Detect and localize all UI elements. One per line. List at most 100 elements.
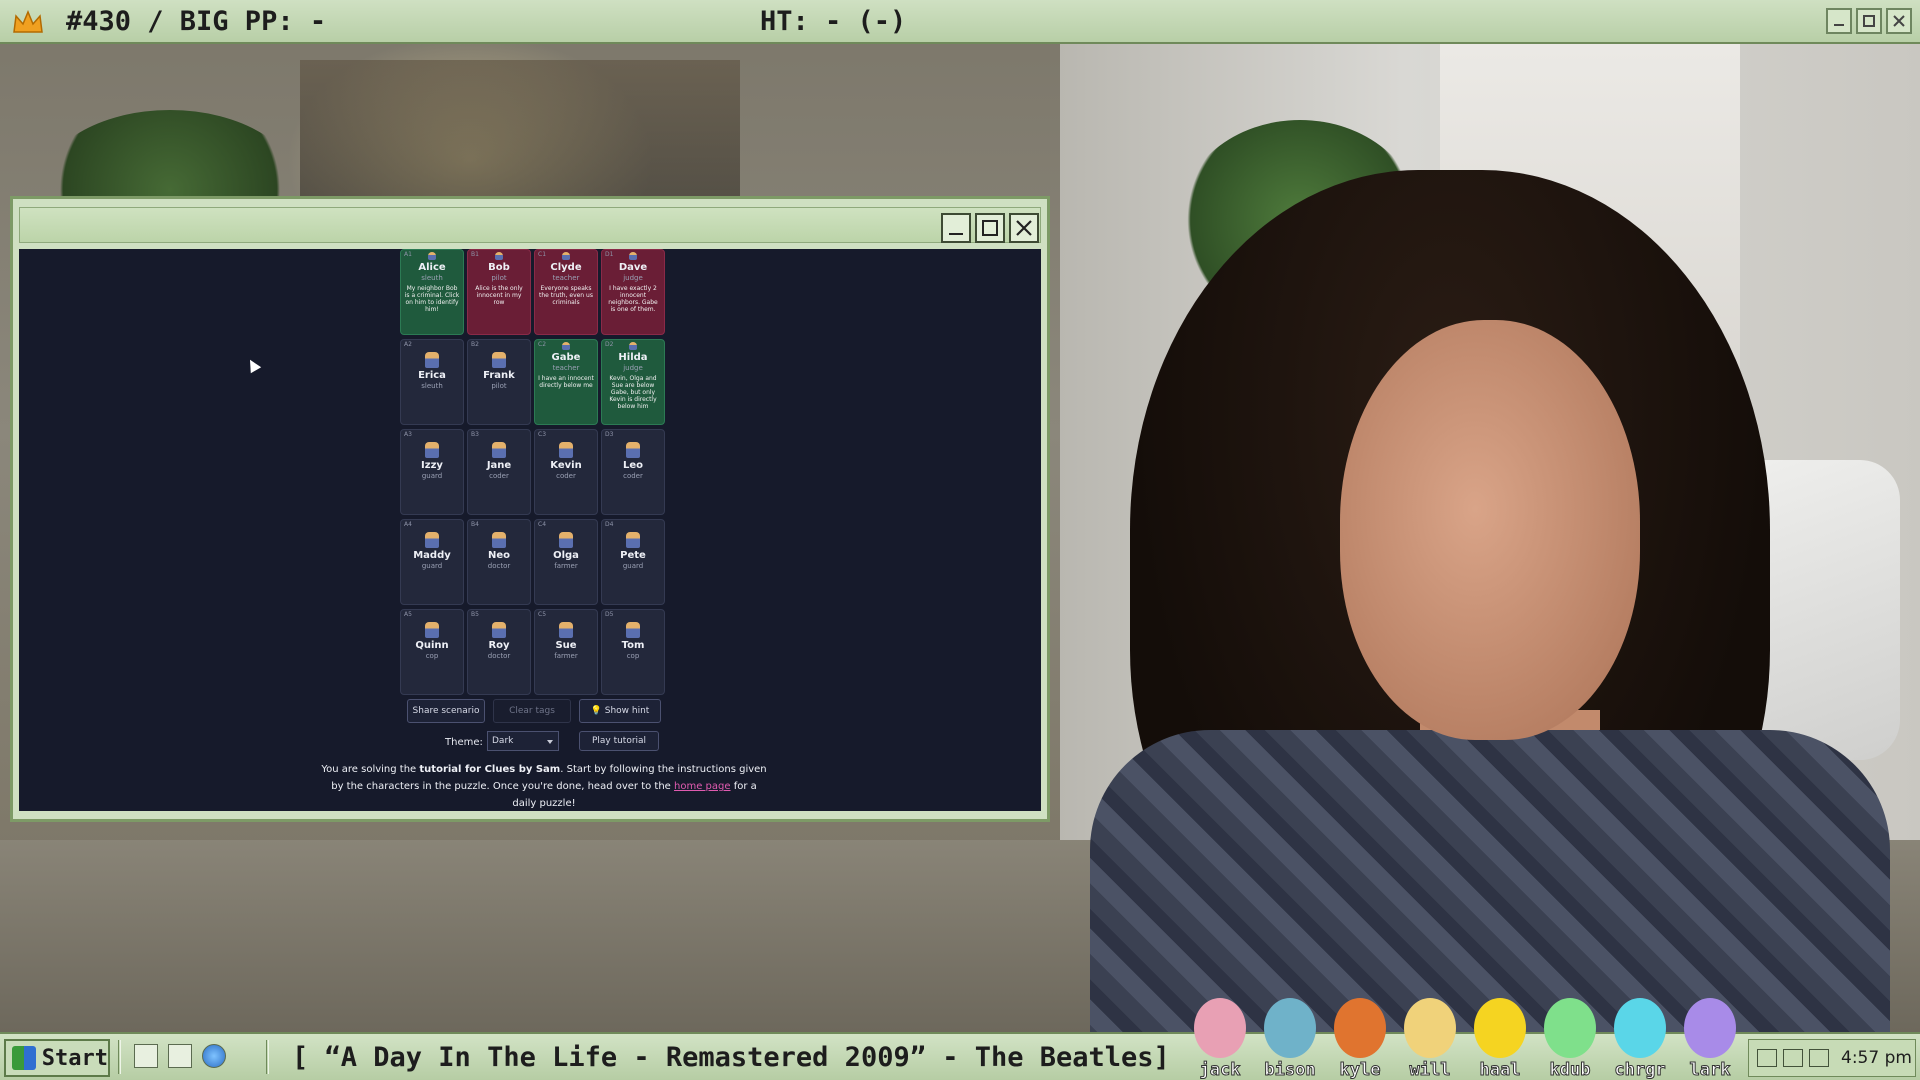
character-name: Hilda (618, 352, 648, 363)
character-name: Leo (622, 460, 644, 471)
character-card[interactable]: C2 Gabe teacher I have an innocent directly… (534, 339, 598, 425)
character-role: coder (556, 472, 576, 480)
character-card[interactable]: C1 Clyde teacher Everyone speaks the truth,… (534, 249, 598, 335)
character-avatar-icon (626, 532, 640, 548)
minimize-icon (949, 233, 963, 235)
character-clue: I have an innocent directly below me (538, 375, 594, 389)
minimize-icon (1834, 24, 1844, 26)
character-card[interactable]: D2 Hilda judge Kevin, Olga and Sue are belo… (601, 339, 665, 425)
character-card[interactable]: A3 Izzy guard (400, 429, 464, 515)
card-coordinate: D3 (605, 431, 614, 438)
character-card[interactable]: B3 Jane coder (467, 429, 531, 515)
character-clue: My neighbor Bob is a criminal. Click on … (404, 285, 460, 313)
mouse-cursor-icon (244, 356, 262, 374)
close-button[interactable] (1886, 8, 1912, 34)
character-card[interactable]: B2 Frank pilot (467, 339, 531, 425)
theme-label: Theme: (445, 737, 483, 748)
character-name: Neo (487, 550, 511, 561)
window-titlebar[interactable] (19, 207, 1041, 243)
display-icon[interactable] (1809, 1049, 1829, 1067)
character-avatar-icon (425, 622, 439, 638)
character-avatar-icon (559, 442, 573, 458)
close-icon (1893, 15, 1905, 27)
pet-chrgr: chrgr (1608, 992, 1672, 1080)
crown-icon (13, 10, 43, 33)
pet-kyle: kyle (1328, 992, 1392, 1080)
card-coordinate: D1 (605, 251, 614, 258)
character-card[interactable]: C3 Kevin coder (534, 429, 598, 515)
pet-haal: haal (1468, 992, 1532, 1080)
card-coordinate: B3 (471, 431, 479, 438)
character-role: cop (425, 652, 439, 660)
window-close-button[interactable] (1009, 213, 1039, 243)
taskbar-divider (266, 1040, 269, 1074)
character-role: farmer (554, 562, 578, 570)
character-card[interactable]: D4 Pete guard (601, 519, 665, 605)
card-coordinate: C1 (538, 251, 547, 258)
pet-icon (1544, 998, 1596, 1058)
browser-icon[interactable] (202, 1044, 226, 1068)
character-avatar-icon (425, 442, 439, 458)
character-card[interactable]: A4 Maddy guard (400, 519, 464, 605)
folder-icon[interactable] (168, 1044, 192, 1068)
pet-lark: lark (1678, 992, 1742, 1080)
network-icon[interactable] (1757, 1049, 1777, 1067)
pet-label: kyle (1339, 1060, 1381, 1080)
character-card[interactable]: B1 Bob pilot Alice is the only innocent in … (467, 249, 531, 335)
character-card[interactable]: B5 Roy doctor (467, 609, 531, 695)
character-avatar-icon (492, 532, 506, 548)
character-card[interactable]: C4 Olga farmer (534, 519, 598, 605)
character-card[interactable]: B4 Neo doctor (467, 519, 531, 605)
start-logo-icon (12, 1046, 36, 1070)
ht-text: HT: - (-) (760, 6, 907, 37)
character-card[interactable]: A5 Quinn cop (400, 609, 464, 695)
card-coordinate: B4 (471, 521, 479, 528)
show-hint-button[interactable]: 💡 Show hint (579, 699, 661, 723)
character-name: Clyde (550, 262, 582, 273)
share-scenario-button[interactable]: Share scenario (407, 699, 485, 723)
card-coordinate: D2 (605, 341, 614, 348)
game-window: A1 Alice sleuth My neighbor Bob is a crimin… (10, 196, 1050, 822)
pet-label: will (1409, 1060, 1451, 1080)
taskbar-divider (118, 1040, 121, 1074)
clear-tags-button[interactable]: Clear tags (493, 699, 571, 723)
character-avatar-icon (428, 252, 436, 260)
character-avatar-icon (626, 622, 640, 638)
start-button[interactable]: Start (4, 1039, 110, 1077)
home-page-link[interactable]: home page (674, 781, 731, 792)
character-card[interactable]: A2 Erica sleuth (400, 339, 464, 425)
character-clue: I have exactly 2 innocent neighbors. Gab… (608, 285, 658, 313)
character-role: teacher (552, 274, 580, 282)
character-card[interactable]: C5 Sue farmer (534, 609, 598, 695)
character-role: guard (421, 472, 443, 480)
message-bold: tutorial for Clues by Sam (419, 764, 561, 775)
play-tutorial-button[interactable]: Play tutorial (579, 731, 659, 751)
minimize-button[interactable] (1826, 8, 1852, 34)
card-coordinate: C2 (538, 341, 547, 348)
pet-kdub: kdub (1538, 992, 1602, 1080)
character-name: Alice (418, 262, 446, 273)
window-minimize-button[interactable] (941, 213, 971, 243)
character-role: farmer (554, 652, 578, 660)
taskbar: Start [ “A Day In The Life - Remastered … (0, 998, 1920, 1080)
character-avatar-icon (559, 622, 573, 638)
character-card[interactable]: D1 Dave judge I have exactly 2 innocent nei… (601, 249, 665, 335)
character-card[interactable]: A1 Alice sleuth My neighbor Bob is a crimin… (400, 249, 464, 335)
window-maximize-button[interactable] (975, 213, 1005, 243)
card-coordinate: C4 (538, 521, 547, 528)
character-name: Jane (486, 460, 512, 471)
character-name: Olga (553, 550, 579, 561)
pet-label: jack (1199, 1060, 1241, 1080)
character-avatar-icon (629, 252, 637, 260)
character-name: Pete (620, 550, 646, 561)
character-role: teacher (552, 364, 580, 372)
pet-mascots: jack bison kyle will haal kdub chrgr lark (1188, 984, 1742, 1080)
volume-icon[interactable] (1783, 1049, 1803, 1067)
notepad-icon[interactable] (134, 1044, 158, 1068)
character-card[interactable]: D3 Leo coder (601, 429, 665, 515)
character-card[interactable]: D5 Tom cop (601, 609, 665, 695)
theme-select[interactable]: Dark (487, 731, 559, 751)
pet-will: will (1398, 992, 1462, 1080)
maximize-button[interactable] (1856, 8, 1882, 34)
character-avatar-icon (562, 252, 570, 260)
